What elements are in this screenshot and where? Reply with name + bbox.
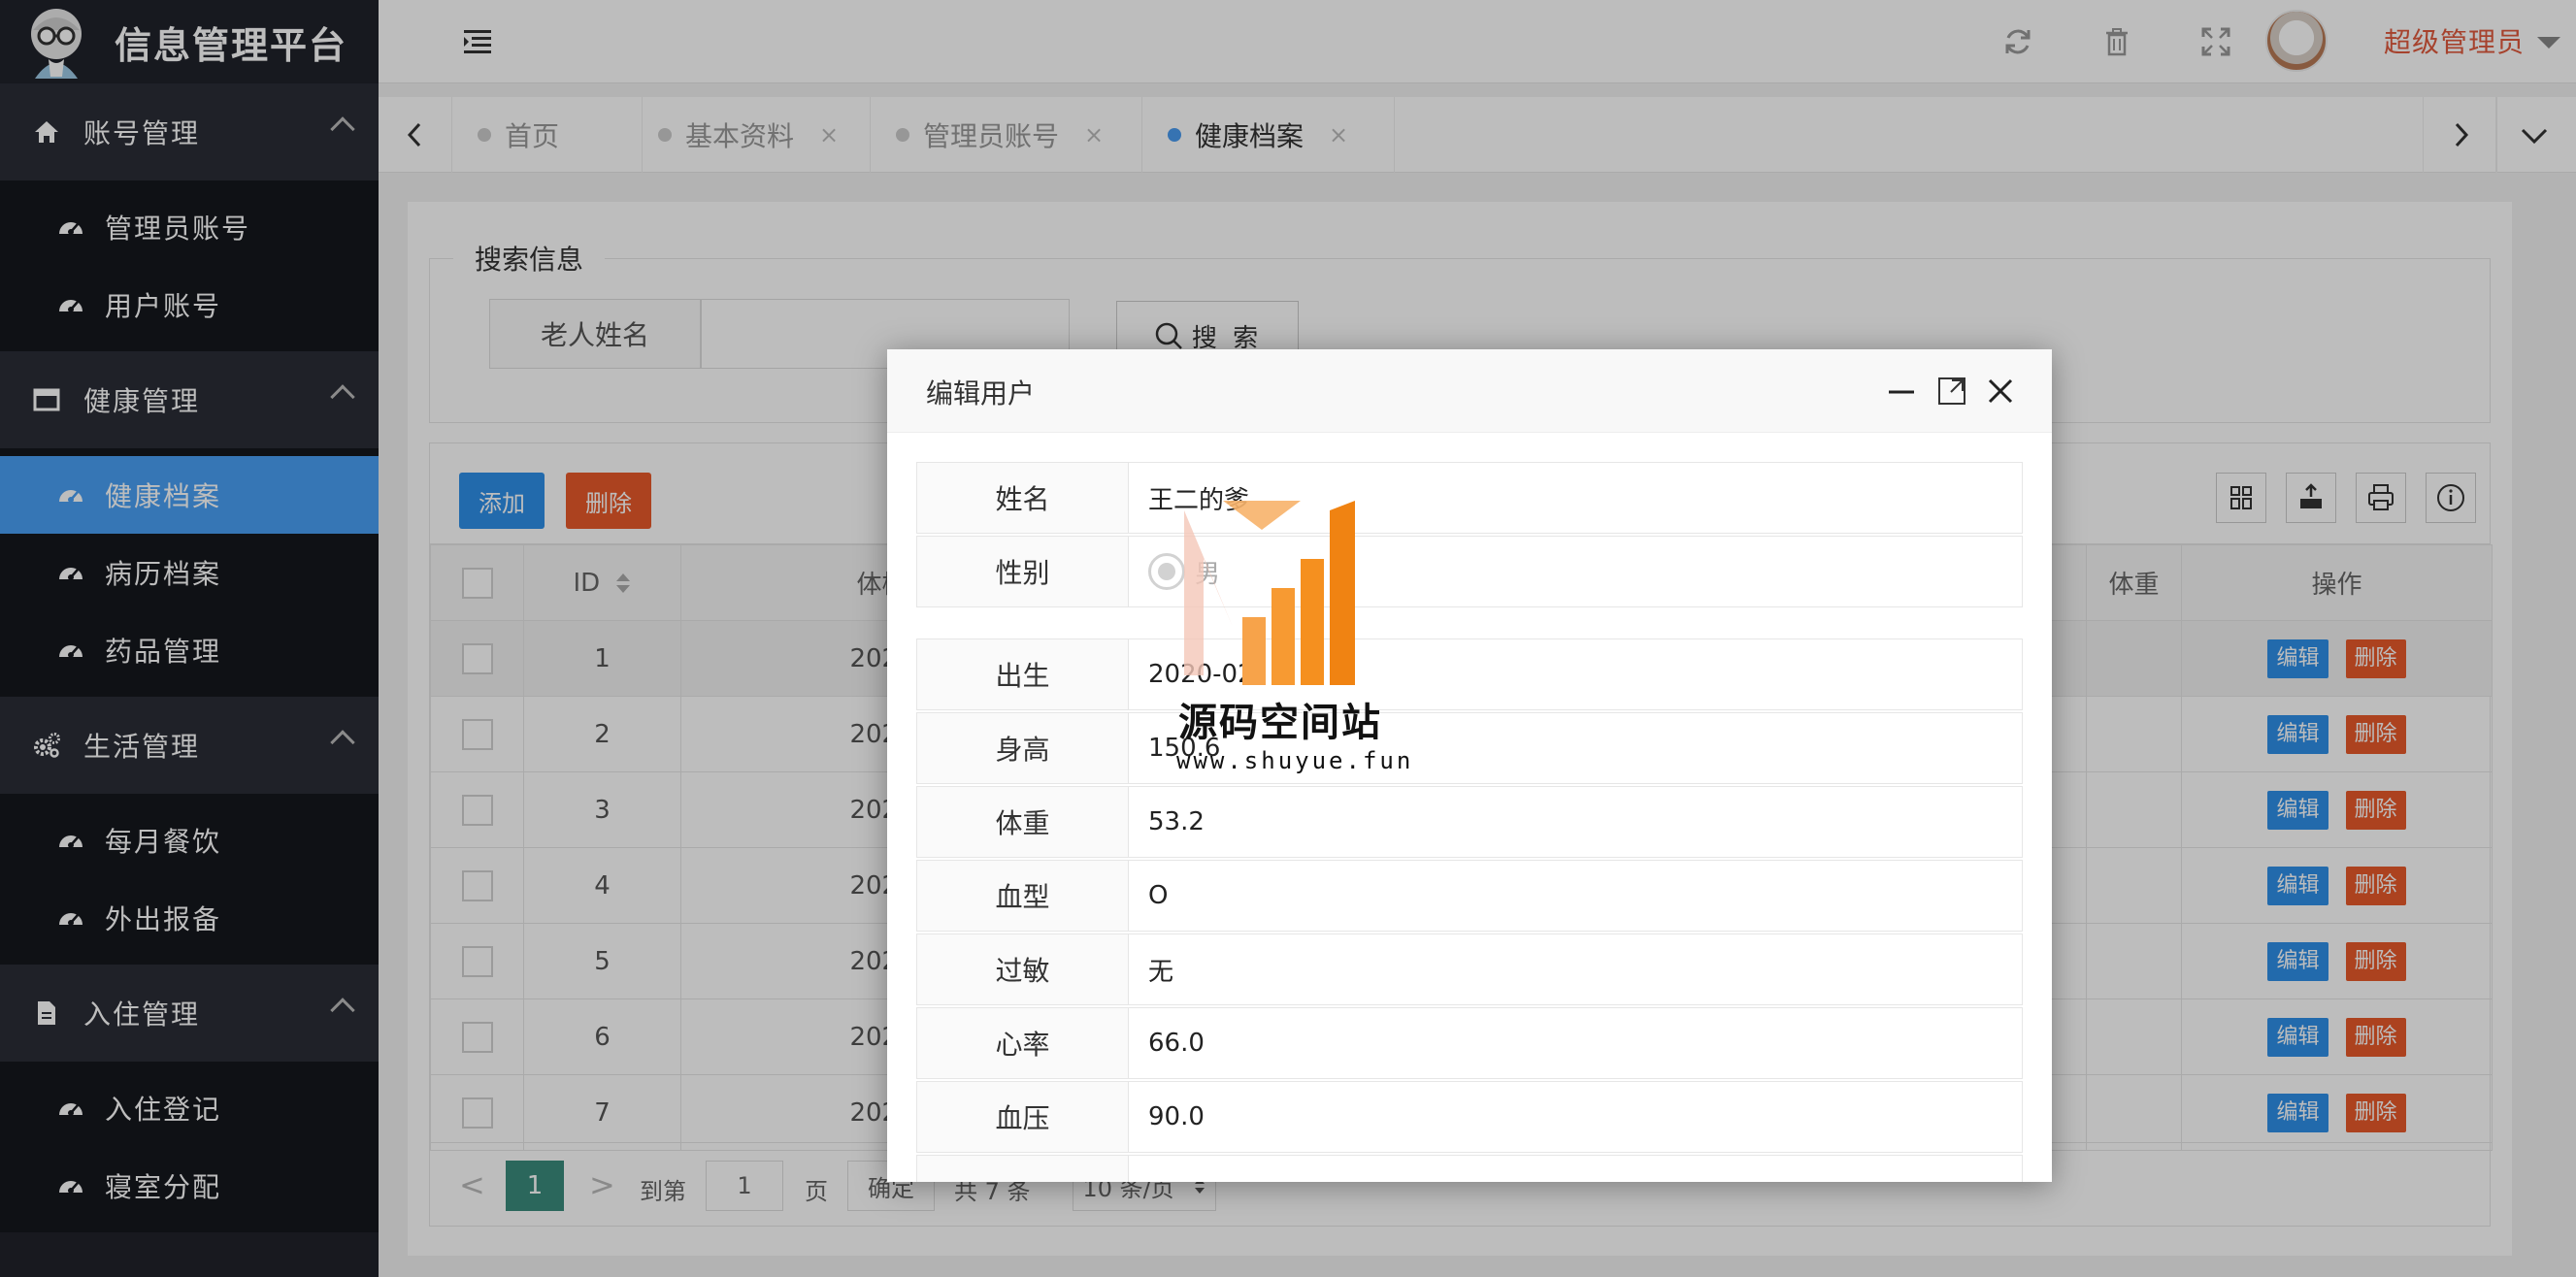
form-row-gender: 性别 男 — [916, 536, 2023, 607]
dialog-form-fields: 出生2020-02身高150.6体重53.2血型O过敏无心率66.0血压90.0 — [916, 638, 2023, 1182]
watermark-title: 源码空间站 — [1178, 701, 1382, 745]
edit-user-dialog: 编辑用户 姓名 王二的爹 性别 男 出生2020-02身高150.6体重53.2… — [887, 349, 2052, 1182]
close-icon[interactable] — [1984, 375, 2017, 408]
form-label: 血型 — [917, 861, 1129, 931]
watermark: 源码空间站 www.shuyue.fun — [1174, 501, 1410, 782]
dialog-header: 编辑用户 — [887, 349, 2052, 433]
form-label: 心率 — [917, 1008, 1129, 1078]
form-row: 血压 90.0 — [916, 1081, 2023, 1153]
form-row: 身高 150.6 — [916, 712, 2023, 784]
form-label: 姓名 — [917, 463, 1129, 533]
form-row: 出生2020-02 — [916, 638, 2023, 710]
maximize-icon[interactable] — [1935, 375, 1968, 408]
form-input[interactable]: 90.0 — [1129, 1082, 2022, 1152]
form-row: 过敏无 — [916, 933, 2023, 1005]
form-row: 心率 66.0 — [916, 1007, 2023, 1079]
dialog-body: 姓名 王二的爹 性别 男 出生2020-02身高150.6体重53.2血型O过敏… — [887, 433, 2052, 1182]
form-input[interactable]: O — [1129, 861, 2022, 931]
form-label: 血压 — [917, 1082, 1129, 1152]
form-label: 身高 — [917, 713, 1129, 783]
form-input[interactable]: 无 — [1129, 934, 2022, 1004]
form-input[interactable]: 53.2 — [1129, 787, 2022, 857]
form-label — [917, 1156, 1129, 1182]
minimize-icon[interactable] — [1885, 375, 1918, 408]
dialog-title: 编辑用户 — [926, 377, 1036, 409]
form-input[interactable] — [1129, 1156, 2022, 1182]
form-input[interactable]: 66.0 — [1129, 1008, 2022, 1078]
watermark-url: www.shuyue.fun — [1176, 747, 1414, 774]
form-label: 性别 — [917, 537, 1129, 606]
form-label: 体重 — [917, 787, 1129, 857]
form-row-partial — [916, 1155, 2023, 1182]
watermark-logo-icon — [1184, 501, 1355, 685]
form-label: 过敏 — [917, 934, 1129, 1004]
form-row: 体重 53.2 — [916, 786, 2023, 858]
form-row-name: 姓名 王二的爹 — [916, 462, 2023, 534]
form-row: 血型 O — [916, 860, 2023, 932]
form-label: 出生 — [917, 639, 1129, 709]
